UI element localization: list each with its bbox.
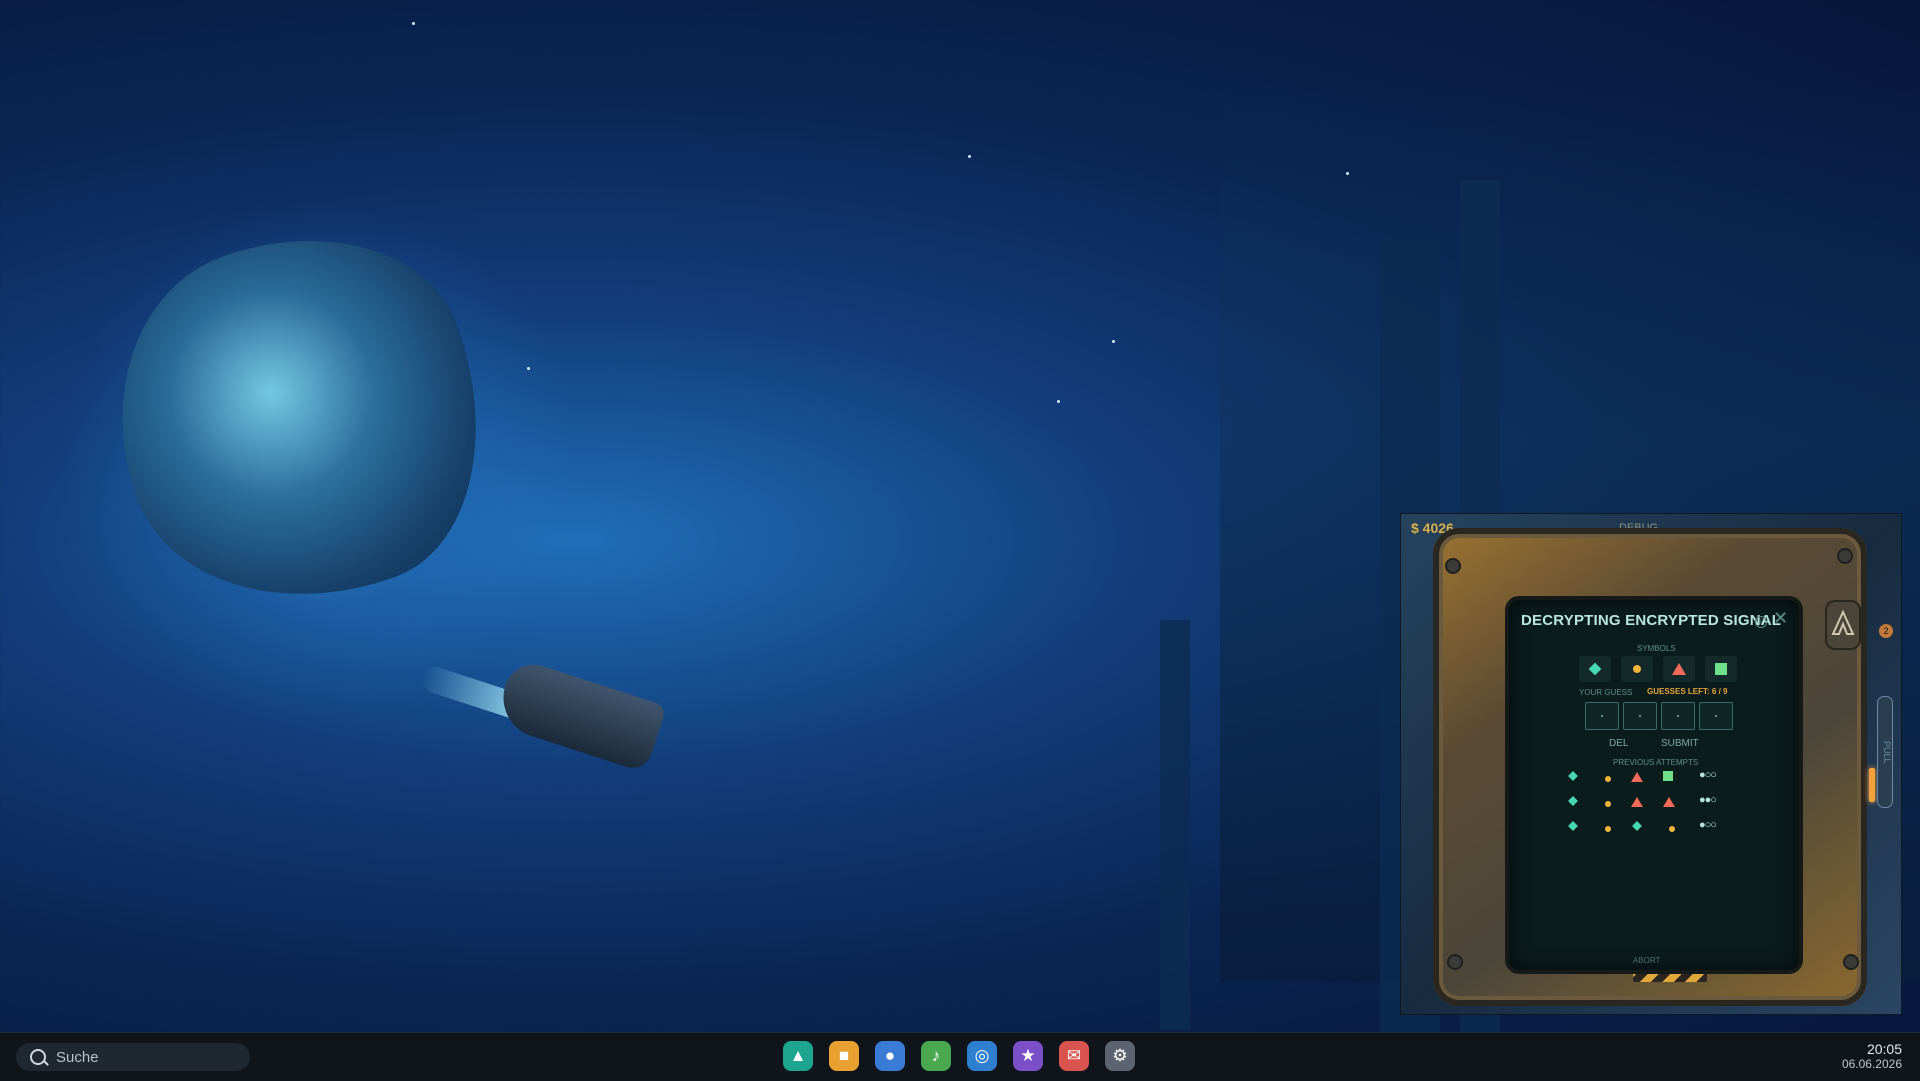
delete-button[interactable]: DEL	[1609, 738, 1628, 749]
symbol-button-square[interactable]	[1705, 656, 1737, 682]
diamond-icon	[1588, 662, 1602, 676]
guess-slot[interactable]	[1585, 702, 1619, 730]
guess-slot[interactable]	[1699, 702, 1733, 730]
submit-button[interactable]: SUBMIT	[1661, 738, 1699, 749]
launcher-icon[interactable]: ▲	[783, 1041, 813, 1071]
circle-icon	[1669, 826, 1675, 832]
triangle-icon	[1631, 797, 1643, 807]
emblem-icon	[1831, 610, 1855, 635]
abort-button[interactable]: ABORT	[1633, 956, 1660, 965]
guess-slot[interactable]	[1661, 702, 1695, 730]
system-clock[interactable]: 20:05 06.06.2026	[1842, 1041, 1902, 1071]
symbols-label: SYMBOLS	[1637, 644, 1676, 653]
diamond-icon	[1568, 796, 1578, 806]
star	[1346, 172, 1349, 175]
diamond-icon	[1568, 821, 1578, 831]
mail-icon[interactable]: ✉	[1059, 1041, 1089, 1071]
star	[527, 367, 530, 370]
search-icon	[30, 1049, 46, 1065]
symbol-button-triangle[interactable]	[1663, 656, 1695, 682]
status-light	[1869, 768, 1875, 802]
bolt	[1447, 954, 1463, 970]
search-input[interactable]: Suche	[16, 1043, 250, 1071]
star	[968, 155, 971, 158]
city-tower	[1160, 620, 1190, 1030]
star	[1112, 340, 1115, 343]
your-guess-label: YOUR GUESS	[1579, 688, 1633, 697]
favorites-icon[interactable]: ★	[1013, 1041, 1043, 1071]
search-placeholder: Suche	[56, 1049, 99, 1066]
triangle-icon	[1663, 797, 1675, 807]
music-icon[interactable]: ♪	[921, 1041, 951, 1071]
attempt-row: ●○○	[1568, 768, 1721, 784]
guesses-left: GUESSES LEFT: 6 / 9	[1647, 687, 1728, 696]
diamond-icon	[1568, 771, 1578, 781]
clock-time: 20:05	[1866, 1041, 1902, 1057]
spaceship	[493, 656, 667, 774]
diamond-icon	[1632, 821, 1642, 831]
star	[412, 22, 415, 25]
empty-slot-dot	[1639, 715, 1641, 717]
attempt-feedback: ●○○	[1699, 769, 1717, 781]
triangle-icon	[1672, 663, 1686, 675]
empty-slot-dot	[1677, 715, 1679, 717]
attempt-row: ●●○	[1568, 793, 1721, 809]
decrypt-game-window[interactable]: $ 4026 DEBUG DECRYPTING ENCRYPTED SIGNAL…	[1400, 513, 1902, 1015]
clock-date: 06.06.2026	[1841, 1057, 1902, 1071]
circle-icon	[1605, 826, 1611, 832]
square-icon	[1663, 771, 1673, 781]
empty-slot-dot	[1715, 715, 1717, 717]
empty-slot-dot	[1601, 715, 1603, 717]
square-icon	[1715, 663, 1727, 675]
previous-attempts-label: PREVIOUS ATTEMPTS	[1613, 758, 1699, 767]
notification-badge: 2	[1879, 624, 1893, 638]
device-frame: DECRYPTING ENCRYPTED SIGNAL i ✕ SYMBOLS …	[1433, 528, 1875, 1006]
pull-handle[interactable]: PULL	[1877, 696, 1893, 808]
settings-icon[interactable]: ⚙	[1105, 1041, 1135, 1071]
attempt-row: ●○○	[1568, 818, 1721, 834]
screen-title: DECRYPTING ENCRYPTED SIGNAL	[1521, 612, 1782, 629]
browser-icon[interactable]: ◎	[967, 1041, 997, 1071]
triangle-icon	[1631, 772, 1643, 782]
attempt-feedback: ●○○	[1699, 819, 1717, 831]
circle-icon	[1605, 776, 1611, 782]
guess-slot[interactable]	[1623, 702, 1657, 730]
bolt	[1843, 954, 1859, 970]
files-icon[interactable]: ■	[829, 1041, 859, 1071]
bolt	[1837, 548, 1853, 564]
taskbar: Suche ▲ ■ ● ♪ ◎ ★ ✉ ⚙ 20:05 06.06.2026	[0, 1032, 1920, 1081]
bolt	[1445, 558, 1461, 574]
circle-icon	[1633, 665, 1641, 673]
attempt-feedback: ●●○	[1699, 794, 1717, 806]
info-icon[interactable]: i	[1755, 616, 1767, 628]
symbol-button-circle[interactable]	[1621, 656, 1653, 682]
game-screen: DECRYPTING ENCRYPTED SIGNAL i ✕ SYMBOLS …	[1505, 596, 1803, 974]
symbol-button-diamond[interactable]	[1579, 656, 1611, 682]
close-icon[interactable]: ✕	[1773, 608, 1788, 629]
chat-icon[interactable]: ●	[875, 1041, 905, 1071]
circle-icon	[1605, 801, 1611, 807]
emblem-panel	[1825, 600, 1861, 650]
star	[1057, 400, 1060, 403]
